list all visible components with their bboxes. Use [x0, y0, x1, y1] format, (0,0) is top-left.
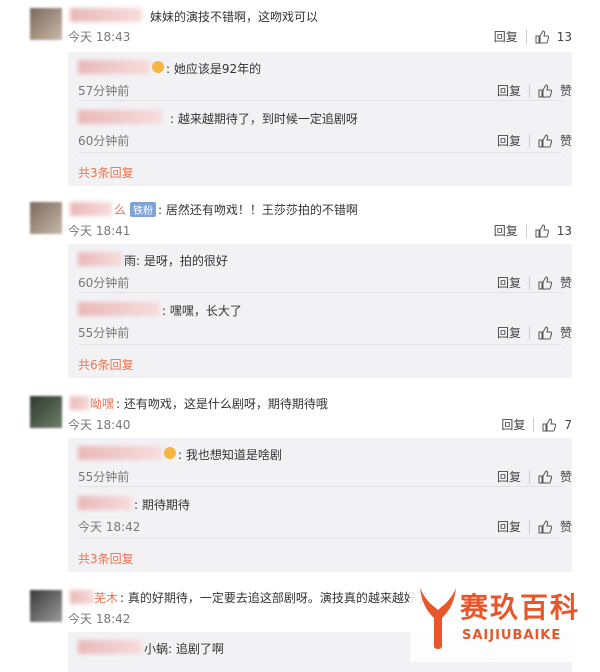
username[interactable]	[78, 60, 150, 74]
reply-text: 小蜗: 追剧了啊	[144, 642, 224, 656]
reply-time: 60分钟前	[78, 134, 130, 148]
reply-button[interactable]: 回复	[497, 82, 521, 99]
like-count: 13	[556, 223, 572, 238]
reply-text: : 她应该是92年的	[166, 62, 262, 76]
like-label[interactable]: 赞	[560, 324, 572, 341]
divider	[528, 325, 530, 340]
watermark-logo: 赛玖百科 SAIJIUBAIKE	[410, 578, 600, 662]
username[interactable]	[78, 252, 122, 266]
thumbs-up-icon[interactable]	[538, 519, 553, 534]
thumbs-up-icon[interactable]	[538, 325, 553, 340]
username[interactable]	[78, 496, 132, 510]
divider	[78, 486, 562, 487]
thumbs-up-icon[interactable]	[542, 417, 557, 432]
fan-badge: 铁粉	[130, 202, 156, 217]
thumbs-up-icon[interactable]	[535, 29, 549, 44]
username[interactable]	[78, 640, 142, 654]
comment-text: : 真的好期待，一定要去追这部剧呀。演技真的越来越好了	[120, 591, 428, 605]
thumbs-up-icon[interactable]	[538, 83, 553, 98]
divider	[78, 344, 562, 345]
divider	[78, 100, 562, 101]
reply-time: 60分钟前	[78, 276, 130, 290]
divider	[525, 223, 527, 238]
comment-time: 今天 18:40	[68, 418, 131, 432]
divider	[528, 469, 530, 484]
thumbs-up-icon[interactable]	[538, 469, 553, 484]
comment-time: 今天 18:43	[68, 30, 131, 44]
avatar[interactable]	[30, 8, 62, 40]
divider	[78, 538, 562, 539]
more-replies-link[interactable]: 共6条回复	[78, 356, 134, 373]
watermark-title: 赛玖百科	[460, 591, 581, 624]
thumbs-up-icon[interactable]	[538, 275, 553, 290]
like-count: 13	[556, 29, 572, 44]
avatar[interactable]	[30, 590, 62, 622]
thumbs-up-icon[interactable]	[538, 133, 553, 148]
emoji-icon	[152, 61, 164, 73]
username[interactable]	[78, 446, 162, 460]
reply-text: : 越来越期待了，到时候一定追剧呀	[170, 112, 358, 126]
avatar[interactable]	[30, 396, 62, 428]
reply-time: 55分钟前	[78, 326, 130, 340]
comment-time: 今天 18:41	[68, 224, 131, 238]
watermark-subtitle: SAIJIUBAIKE	[462, 628, 562, 643]
divider	[533, 417, 535, 432]
reply-time: 今天 18:42	[78, 520, 141, 534]
emoji-icon	[164, 447, 176, 459]
reply-panel: 雨: 是呀，拍的很好 60分钟前 回复 赞 : 嘿嘿，长大了 55分钟前 回复 …	[68, 244, 572, 378]
like-label[interactable]: 赞	[560, 518, 572, 535]
more-replies-link[interactable]: 共3条回复	[78, 164, 134, 181]
avatar[interactable]	[30, 202, 62, 234]
reply-button[interactable]: 回复	[497, 274, 521, 291]
comment-text: : 还有吻戏，这是什么剧呀，期待期待哦	[116, 397, 328, 411]
reply-button[interactable]: 回复	[497, 468, 521, 485]
reply-button[interactable]: 回复	[501, 416, 525, 433]
whale-tail-icon	[420, 588, 456, 649]
like-label[interactable]: 赞	[560, 468, 572, 485]
comment-text: : 居然还有吻戏！！王莎莎拍的不错啊	[158, 203, 358, 217]
like-label[interactable]: 赞	[560, 82, 572, 99]
reply-button[interactable]: 回复	[497, 132, 521, 149]
reply-text: 雨: 是呀，拍的很好	[124, 254, 228, 268]
divider	[528, 275, 530, 290]
username[interactable]	[78, 302, 160, 316]
divider	[528, 83, 530, 98]
divider	[78, 152, 562, 153]
reply-time: 55分钟前	[78, 470, 130, 484]
divider	[528, 519, 530, 534]
reply-text: : 嘿嘿，长大了	[162, 304, 242, 318]
divider	[78, 292, 562, 293]
reply-time: 57分钟前	[78, 84, 130, 98]
username-suffix[interactable]: 芜木	[94, 589, 118, 606]
reply-button[interactable]: 回复	[497, 324, 521, 341]
more-replies-link[interactable]: 共3条回复	[78, 550, 134, 567]
reply-button[interactable]: 回复	[494, 28, 518, 45]
comment-time: 今天 18:42	[68, 612, 131, 626]
username[interactable]	[70, 396, 90, 410]
comment-text: 妹妹的演技不错啊，这吻戏可以	[150, 10, 319, 24]
username-suffix[interactable]: 么	[114, 201, 126, 218]
reply-button[interactable]: 回复	[497, 518, 521, 535]
divider	[525, 29, 527, 44]
username[interactable]	[70, 8, 142, 22]
username[interactable]	[70, 202, 112, 216]
username-suffix[interactable]: 呦嘿	[90, 395, 114, 412]
reply-panel: : 她应该是92年的 57分钟前 回复 赞 : 越来越期待了，到时候一定追剧呀 …	[68, 52, 572, 186]
reply-button[interactable]: 回复	[494, 222, 518, 239]
username[interactable]	[70, 590, 94, 604]
username[interactable]	[78, 110, 162, 124]
thumbs-up-icon[interactable]	[535, 223, 549, 238]
like-label[interactable]: 赞	[560, 274, 572, 291]
reply-panel: : 我也想知道是啥剧 55分钟前 回复 赞 : 期待期待 今天 18:42 回复…	[68, 438, 572, 572]
like-count: 7	[564, 417, 572, 432]
reply-text: : 期待期待	[134, 498, 190, 512]
reply-text: : 我也想知道是啥剧	[178, 448, 282, 462]
like-label[interactable]: 赞	[560, 132, 572, 149]
divider	[528, 133, 530, 148]
